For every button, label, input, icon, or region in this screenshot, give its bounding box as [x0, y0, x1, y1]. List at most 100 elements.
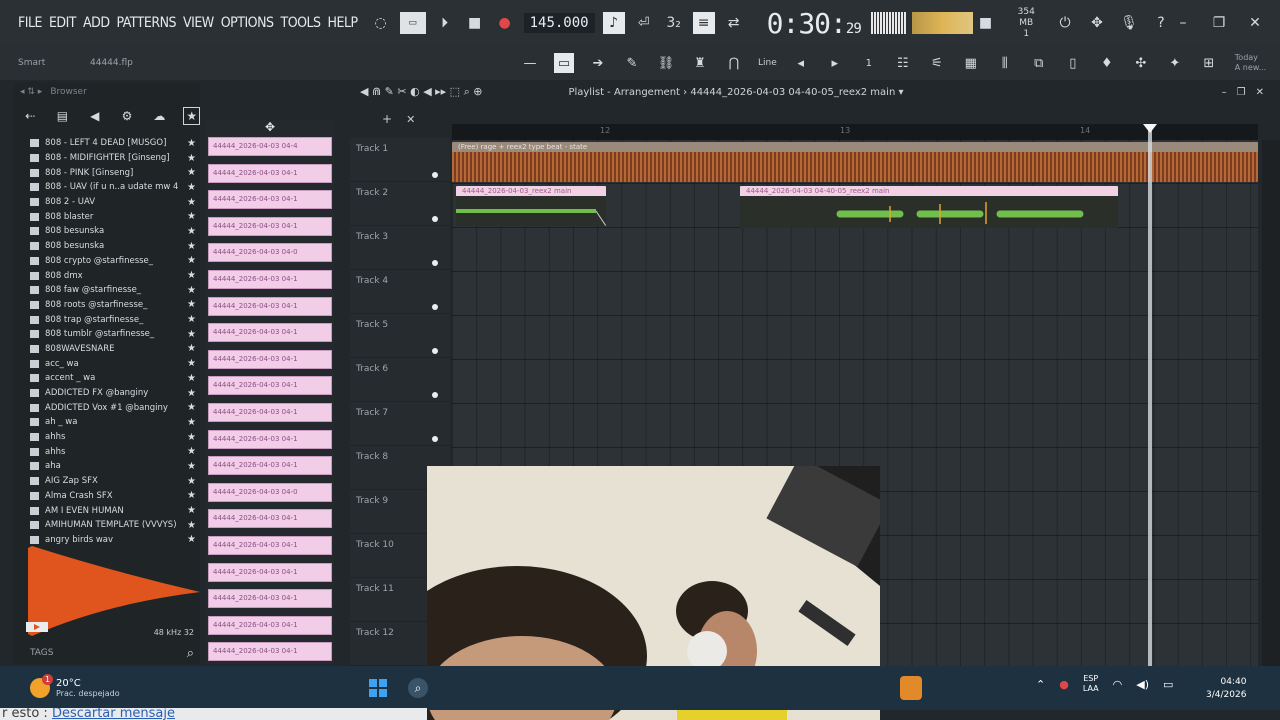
plugin-db-icon[interactable]: ♦	[1097, 53, 1117, 73]
picker-clip[interactable]: 44444_2026-04-03 04-1	[208, 589, 332, 609]
track-mute-dot[interactable]	[432, 304, 438, 310]
menu-file[interactable]: FILE	[18, 15, 42, 31]
picker-clip[interactable]: 44444_2026-04-03 04-1	[208, 615, 332, 635]
track-header[interactable]: Track 6	[350, 358, 450, 402]
browser-item[interactable]: Alma Crash SFX ★	[14, 489, 200, 504]
menu-view[interactable]: VIEW	[183, 15, 214, 31]
playlist-scrollbar[interactable]	[1262, 140, 1280, 666]
playhead-marker[interactable]	[1143, 124, 1157, 133]
picker-clip[interactable]: 44444_2026-04-03 04-1	[208, 562, 332, 582]
track-mute-dot[interactable]	[432, 392, 438, 398]
help-icon[interactable]: ?	[1150, 12, 1172, 34]
browser-item[interactable]: accent _ wa ★	[14, 371, 200, 386]
favorite-star-icon[interactable]: ★	[187, 402, 196, 413]
minimize-icon[interactable]: –	[1172, 12, 1194, 34]
browser-item[interactable]: 808 2 - UAV ★	[14, 195, 200, 210]
browser-item[interactable]: 808 - UAV (if u n..a udate mw 4 EQ) ★	[14, 180, 200, 195]
track-header[interactable]: Track 2	[350, 182, 450, 226]
menu-help[interactable]: HELP	[328, 15, 359, 31]
battery-icon[interactable]: ▭	[1163, 678, 1173, 691]
channel-rack-icon[interactable]: ▦	[961, 53, 981, 73]
favorite-star-icon[interactable]: ★	[187, 197, 196, 208]
track-name[interactable]: Track 9	[356, 496, 388, 506]
restore-icon[interactable]: ❐	[1208, 12, 1230, 34]
cart-icon[interactable]: ⊞	[1199, 53, 1219, 73]
pattern-number[interactable]: 1	[859, 53, 879, 73]
windows-start-icon[interactable]	[368, 678, 388, 698]
menu-edit[interactable]: EDIT	[49, 15, 77, 31]
next-icon[interactable]: ▸	[825, 53, 845, 73]
pitch-square-icon[interactable]: ■	[977, 12, 995, 34]
plugin-gear-icon[interactable]: ⚙	[119, 107, 135, 125]
browser-item[interactable]: 808 roots @starfinesse_ ★	[14, 298, 200, 313]
stop-button[interactable]: ■	[464, 12, 486, 34]
picker-clip[interactable]: 44444_2026-04-03 04-1	[208, 535, 332, 555]
countdown-icon[interactable]: 3₂	[663, 12, 685, 34]
menu-add[interactable]: ADD	[83, 15, 110, 31]
brush-icon[interactable]: ✎	[622, 53, 642, 73]
browser-item[interactable]: 808 besunska ★	[14, 224, 200, 239]
track-name[interactable]: Track 7	[356, 408, 388, 418]
menu-patterns[interactable]: PATTERNS	[117, 15, 177, 31]
favorite-star-icon[interactable]: ★	[187, 490, 196, 501]
picker-clip[interactable]: 44444_2026-04-03 04-1	[208, 402, 332, 422]
picker-clip[interactable]: 44444_2026-04-03 04-1	[208, 323, 332, 343]
favorite-star-icon[interactable]: ★	[187, 167, 196, 178]
browser-item[interactable]: 808 crypto @starfinesse_ ★	[14, 254, 200, 269]
track-mute-dot[interactable]	[432, 172, 438, 178]
track-mute-dot[interactable]	[432, 348, 438, 354]
track-header[interactable]: Track 1	[350, 138, 450, 182]
favorite-star-icon[interactable]: ★	[187, 358, 196, 369]
panel-toggle[interactable]: ▭	[554, 53, 574, 73]
picker-clip[interactable]: 44444_2026-04-03 04-1	[208, 376, 332, 396]
plus-icon[interactable]: +	[382, 112, 392, 126]
browser-item[interactable]: ADDICTED FX @banginy ★	[14, 386, 200, 401]
favorite-star-icon[interactable]: ★	[187, 270, 196, 281]
browser-item[interactable]: 808 trap @starfinesse_ ★	[14, 312, 200, 327]
picker-clip[interactable]: 44444_2026-04-03 04-4	[208, 137, 332, 156]
favorite-star-icon[interactable]: ★	[187, 446, 196, 457]
track-name[interactable]: Track 2	[356, 188, 388, 198]
taskbar-clock[interactable]: 04:40 3/4/2026	[1206, 676, 1246, 702]
mixer-icon[interactable]: ☷	[893, 53, 913, 73]
favorite-star-icon[interactable]: ★	[187, 182, 196, 193]
search-taskbar-icon[interactable]: ⌕	[408, 678, 428, 698]
playhead-line[interactable]	[1148, 124, 1152, 668]
audio-clip-track2-a[interactable]: 44444_2026-04-03_reex2 main	[456, 186, 606, 226]
track-name[interactable]: Track 8	[356, 452, 388, 462]
timeline-ruler[interactable]: 12 13 14	[452, 124, 1258, 140]
browser-item[interactable]: ahhs ★	[14, 430, 200, 445]
step-edit-icon[interactable]: ⇄	[723, 12, 745, 34]
track-header[interactable]: Track 3	[350, 226, 450, 270]
magnet-icon[interactable]: ⋂	[724, 53, 744, 73]
browser-options-icon[interactable]: ◂ ⇅ ▸	[20, 87, 42, 97]
favorite-star-icon[interactable]: ★	[187, 417, 196, 428]
tags-label[interactable]: TAGS	[30, 648, 53, 658]
document-icon[interactable]: ▤	[54, 107, 70, 125]
tray-mic-icon[interactable]: ●	[1059, 678, 1069, 691]
track-name[interactable]: Track 5	[356, 320, 388, 330]
favorite-star-icon[interactable]: ★	[187, 373, 196, 384]
favorite-star-icon[interactable]: ★	[187, 255, 196, 266]
browser-item[interactable]: 808 besunska ★	[14, 239, 200, 254]
audio-clip-track1[interactable]: (Free) rage + reex2 type beat - state	[452, 142, 1258, 182]
time-display[interactable]: 0:30:29	[767, 7, 862, 40]
pattern-selector[interactable]: Smart	[18, 58, 78, 68]
dismiss-message-link[interactable]: Descartar mensaje	[52, 708, 175, 720]
menu-tools[interactable]: TOOLS	[281, 15, 322, 31]
wifi-icon[interactable]: ◠	[1113, 678, 1123, 691]
wait-icon[interactable]: ⏎	[633, 12, 655, 34]
favorite-star-icon[interactable]: ★	[187, 299, 196, 310]
browser-item[interactable]: aha ★	[14, 459, 200, 474]
record-button[interactable]: ●	[494, 12, 516, 34]
audio-clip-track2-b[interactable]: 44444_2026-04-03 04-40-05_reex2 main	[740, 186, 1118, 228]
power-icon[interactable]: ⏻	[1054, 12, 1076, 34]
browser-item[interactable]: 808 - PINK [Ginseng] ★	[14, 165, 200, 180]
browser-item[interactable]: ahhs ★	[14, 444, 200, 459]
track-name[interactable]: Track 4	[356, 276, 388, 286]
favorite-star-icon[interactable]: ★	[187, 285, 196, 296]
track-name[interactable]: Track 12	[356, 628, 394, 638]
prev-icon[interactable]: ◂	[791, 53, 811, 73]
picker-clip[interactable]: 44444_2026-04-03 04-0	[208, 243, 332, 263]
picker-clip[interactable]: 44444_2026-04-03 04-1	[208, 349, 332, 369]
